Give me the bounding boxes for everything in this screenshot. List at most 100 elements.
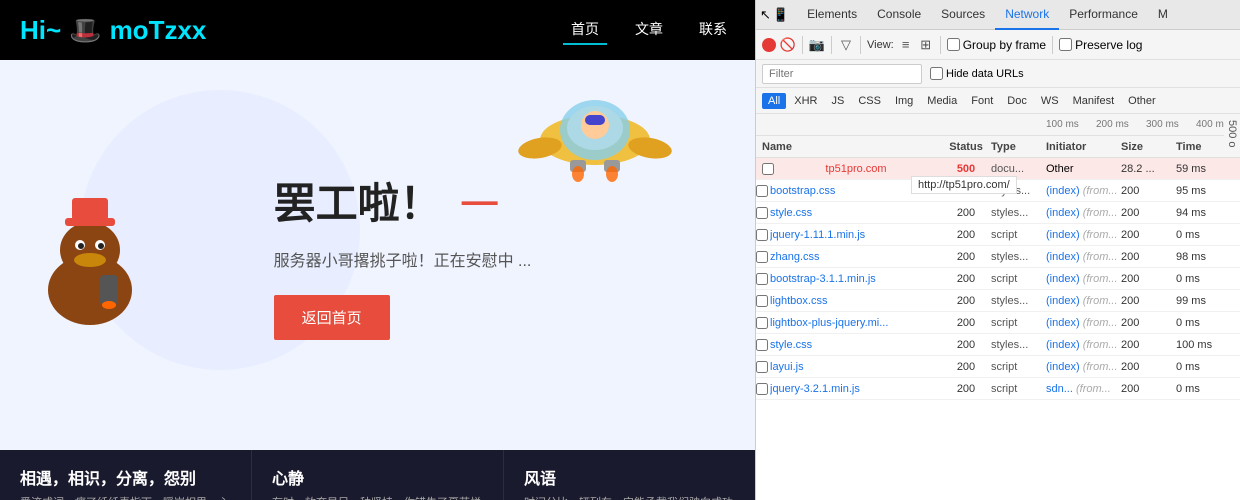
- grid-view-icon[interactable]: ⊞: [918, 37, 934, 53]
- row-name-5[interactable]: bootstrap-3.1.1.min.js: [770, 273, 930, 285]
- row-type-10: script: [991, 383, 1046, 395]
- row-select-9[interactable]: [756, 361, 768, 373]
- stop-icon[interactable]: 🚫: [780, 37, 796, 53]
- type-btn-js[interactable]: JS: [825, 93, 850, 109]
- filter-icon[interactable]: ▽: [838, 37, 854, 53]
- table-row[interactable]: bootstrap-3.1.1.min.js 200 script (index…: [756, 268, 1240, 290]
- preserve-log-input[interactable]: [1059, 38, 1072, 51]
- row-name-6[interactable]: lightbox.css: [770, 295, 930, 307]
- table-row[interactable]: style.css 200 styles... (index) (from...…: [756, 202, 1240, 224]
- row-select-7[interactable]: [756, 317, 768, 329]
- row-name-7[interactable]: lightbox-plus-jquery.mi...: [770, 317, 930, 329]
- row-select-6[interactable]: [756, 295, 768, 307]
- row-name-3[interactable]: jquery-1.11.1.min.js: [770, 229, 930, 241]
- table-row[interactable]: lightbox.css 200 styles... (index) (from…: [756, 290, 1240, 312]
- row-status-4: 200: [941, 251, 991, 263]
- tab-network[interactable]: Network: [995, 0, 1059, 30]
- list-view-icon[interactable]: ≡: [898, 37, 914, 53]
- hide-data-urls-checkbox[interactable]: Hide data URLs: [930, 67, 1024, 80]
- row-name-8[interactable]: style.css: [770, 339, 930, 351]
- row-type-9: script: [991, 361, 1046, 373]
- row-name-1[interactable]: bootstrap.css: [770, 185, 930, 197]
- type-btn-media[interactable]: Media: [921, 93, 963, 109]
- row-select-8[interactable]: [756, 339, 768, 351]
- row-name-10[interactable]: jquery-3.2.1.min.js: [770, 383, 930, 395]
- nav-links: 首页 文章 联系: [563, 15, 735, 45]
- camera-icon[interactable]: 📷: [809, 37, 825, 53]
- row-cell-name-9: layui.js: [756, 361, 941, 373]
- col-header-initiator: Initiator: [1046, 141, 1121, 153]
- devtools-cursor-icon[interactable]: ↖: [760, 7, 771, 23]
- row-select-1[interactable]: [756, 185, 768, 197]
- row-initiator-5: (index) (from...: [1046, 273, 1121, 285]
- row-name-4[interactable]: zhang.css: [770, 251, 930, 263]
- row-name-9[interactable]: layui.js: [770, 361, 930, 373]
- table-row[interactable]: jquery-1.11.1.min.js 200 script (index) …: [756, 224, 1240, 246]
- hero-button[interactable]: 返回首页: [274, 295, 390, 340]
- type-btn-all[interactable]: All: [762, 93, 786, 109]
- type-btn-manifest[interactable]: Manifest: [1067, 93, 1121, 109]
- row-size-8: 200: [1121, 339, 1176, 351]
- type-btn-font[interactable]: Font: [965, 93, 999, 109]
- row-initiator-3: (index) (from...: [1046, 229, 1121, 241]
- footer-section: 相遇，相识，分离，怨别 爱流成词，瘦了纤纤素指下一瞬崩相思，心若近，天涯海角都是…: [0, 450, 755, 500]
- tab-elements[interactable]: Elements: [797, 0, 867, 30]
- row-name-0[interactable]: tp51pro.com: [776, 163, 936, 175]
- col-header-time: Time: [1176, 141, 1226, 153]
- row-select-4[interactable]: [756, 251, 768, 263]
- timeline-header: 100 ms 200 ms 300 ms 400 ms 500 ms: [756, 114, 1240, 136]
- nav-link-home[interactable]: 首页: [563, 15, 607, 45]
- filter-input[interactable]: [762, 64, 922, 84]
- table-row[interactable]: zhang.css 200 styles... (index) (from...…: [756, 246, 1240, 268]
- view-label: View:: [867, 39, 894, 51]
- row-initiator-6: (index) (from...: [1046, 295, 1121, 307]
- devtools-toolbar: 🚫 📷 ▽ View: ≡ ⊞ Group by frame Preserve …: [756, 30, 1240, 60]
- footer-col-2: 心静 有时，放弃是另一种坚持，你错失了夏花烂漫，必将会走进秋叶静美: [252, 450, 504, 500]
- type-btn-xhr[interactable]: XHR: [788, 93, 823, 109]
- nav-greeting: Hi~: [20, 15, 61, 46]
- preserve-log-checkbox[interactable]: Preserve log: [1059, 38, 1142, 52]
- type-btn-doc[interactable]: Doc: [1001, 93, 1033, 109]
- row-select-3[interactable]: [756, 229, 768, 241]
- tab-sources[interactable]: Sources: [931, 0, 995, 30]
- type-btn-other[interactable]: Other: [1122, 93, 1162, 109]
- row-size-9: 200: [1121, 361, 1176, 373]
- group-by-frame-input[interactable]: [947, 38, 960, 51]
- hide-data-urls-input[interactable]: [930, 67, 943, 80]
- row-cell-name-6: lightbox.css: [756, 295, 941, 307]
- nav-title: Hi~ 🎩 moTzxx: [20, 15, 206, 46]
- row-name-2[interactable]: style.css: [770, 207, 930, 219]
- hide-data-urls-label: Hide data URLs: [946, 68, 1024, 80]
- type-btn-img[interactable]: Img: [889, 93, 919, 109]
- record-button[interactable]: [762, 38, 776, 52]
- nav-link-contact[interactable]: 联系: [691, 15, 735, 45]
- devtools-mobile-icon[interactable]: 📱: [773, 7, 789, 23]
- tab-console[interactable]: Console: [867, 0, 931, 30]
- type-btn-css[interactable]: CSS: [852, 93, 887, 109]
- table-row[interactable]: style.css 200 styles... (index) (from...…: [756, 334, 1240, 356]
- row-select-5[interactable]: [756, 273, 768, 285]
- row-type-8: styles...: [991, 339, 1046, 351]
- row-time-4: 98 ms: [1176, 251, 1226, 263]
- table-row[interactable]: jquery-3.2.1.min.js 200 script sdn... (f…: [756, 378, 1240, 400]
- row-initiator-9: (index) (from...: [1046, 361, 1121, 373]
- table-row[interactable]: layui.js 200 script (index) (from... 200…: [756, 356, 1240, 378]
- row-status-8: 200: [941, 339, 991, 351]
- spaceship-character: [515, 80, 675, 210]
- platypus-character: [30, 180, 150, 330]
- row-select-0[interactable]: [762, 163, 774, 175]
- row-select-10[interactable]: [756, 383, 768, 395]
- row-select-2[interactable]: [756, 207, 768, 219]
- type-btn-ws[interactable]: WS: [1035, 93, 1065, 109]
- row-initiator-0: Other: [1046, 163, 1121, 175]
- row-status-6: 200: [941, 295, 991, 307]
- toolbar-sep-3: [860, 36, 861, 54]
- tab-more[interactable]: M: [1148, 0, 1178, 30]
- nav-link-articles[interactable]: 文章: [627, 15, 671, 45]
- devtools-tabs-bar: ↖ 📱 Elements Console Sources Network Per…: [756, 0, 1240, 30]
- table-row[interactable]: lightbox-plus-jquery.mi... 200 script (i…: [756, 312, 1240, 334]
- group-by-frame-checkbox[interactable]: Group by frame: [947, 38, 1046, 52]
- hero-section: 罢工啦！ 服务器小哥撂挑子啦！正在安慰中 ... 返回首页: [0, 60, 755, 450]
- tab-performance[interactable]: Performance: [1059, 0, 1148, 30]
- website-panel: Hi~ 🎩 moTzxx 首页 文章 联系: [0, 0, 755, 500]
